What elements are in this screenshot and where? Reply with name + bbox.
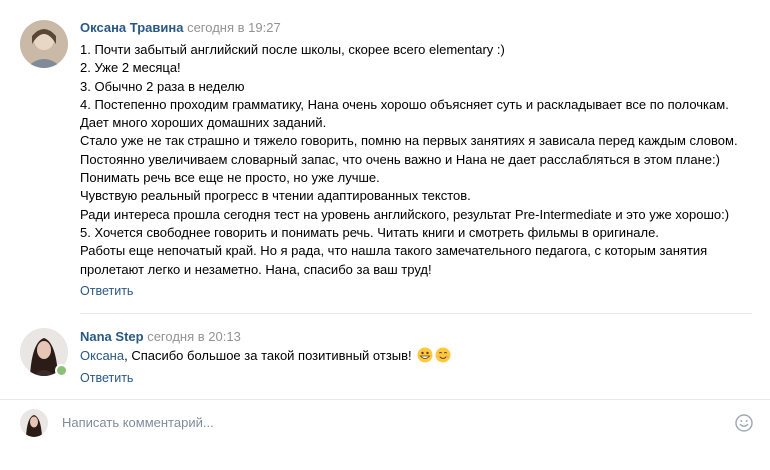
comment-line: 2. Уже 2 месяца! [80,60,181,76]
reply-button[interactable]: Ответить [80,284,133,298]
comment-time[interactable]: сегодня в 20:13 [147,329,241,344]
online-status-icon [55,364,68,377]
reply-text: , Спасибо большое за такой позитивный от… [124,348,416,363]
comment-line: Постоянно увеличиваем словарный запас, ч… [80,151,720,167]
comment-text: 1. Почти забытый английский после школы,… [80,41,738,279]
composer-divider [0,399,770,400]
comment-time[interactable]: сегодня в 19:27 [187,20,281,35]
avatar-oksana[interactable] [20,20,68,68]
smiling-face-icon [435,347,451,363]
avatar-oksana-image [20,20,68,68]
comment-line: пролетают легко и незаметно. Нана, спаси… [80,261,432,277]
comment-line: Работы еще непочатый край. Но я рада, чт… [80,243,708,259]
comment-line: 1. Почти забытый английский после школы,… [80,42,505,57]
author-name[interactable]: Nana Step [80,329,144,344]
comment-line: 5. Хочется свободнее говорить и понимать… [80,224,659,240]
comment-divider [80,313,752,314]
comment-header: Оксана Травина сегодня в 19:27 [80,20,281,36]
grinning-face-icon [417,347,433,363]
comment-line: Понимать речь все еще не просто, но уже … [80,170,380,186]
composer-avatar-image [20,409,48,437]
emoji-picker-icon[interactable] [734,413,754,433]
mention-link[interactable]: Оксана [80,348,124,363]
comment-input[interactable]: Написать комментарий... [62,415,214,430]
comment-text: Оксана, Спасибо большое за такой позитив… [80,347,451,365]
comment-line: Чувствую реальный прогресс в чтении адап… [80,188,471,204]
reply-button[interactable]: Ответить [80,371,133,385]
comment-line: Дает много хороших домашних заданий. [80,115,327,131]
author-name[interactable]: Оксана Травина [80,20,183,35]
composer-avatar[interactable] [20,409,48,437]
comment-line: 4. Постепенно проходим грамматику, Нана … [80,96,729,112]
comment-line: Стало уже не так страшно и тяжело говори… [80,133,738,149]
comment-header: Nana Step сегодня в 20:13 [80,329,241,345]
comment-line: 3. Обычно 2 раза в неделю [80,78,245,94]
comment-line: Оксана, Спасибо большое за такой позитив… [80,347,451,365]
comment-line: Ради интереса прошла сегодня тест на уро… [80,206,730,222]
